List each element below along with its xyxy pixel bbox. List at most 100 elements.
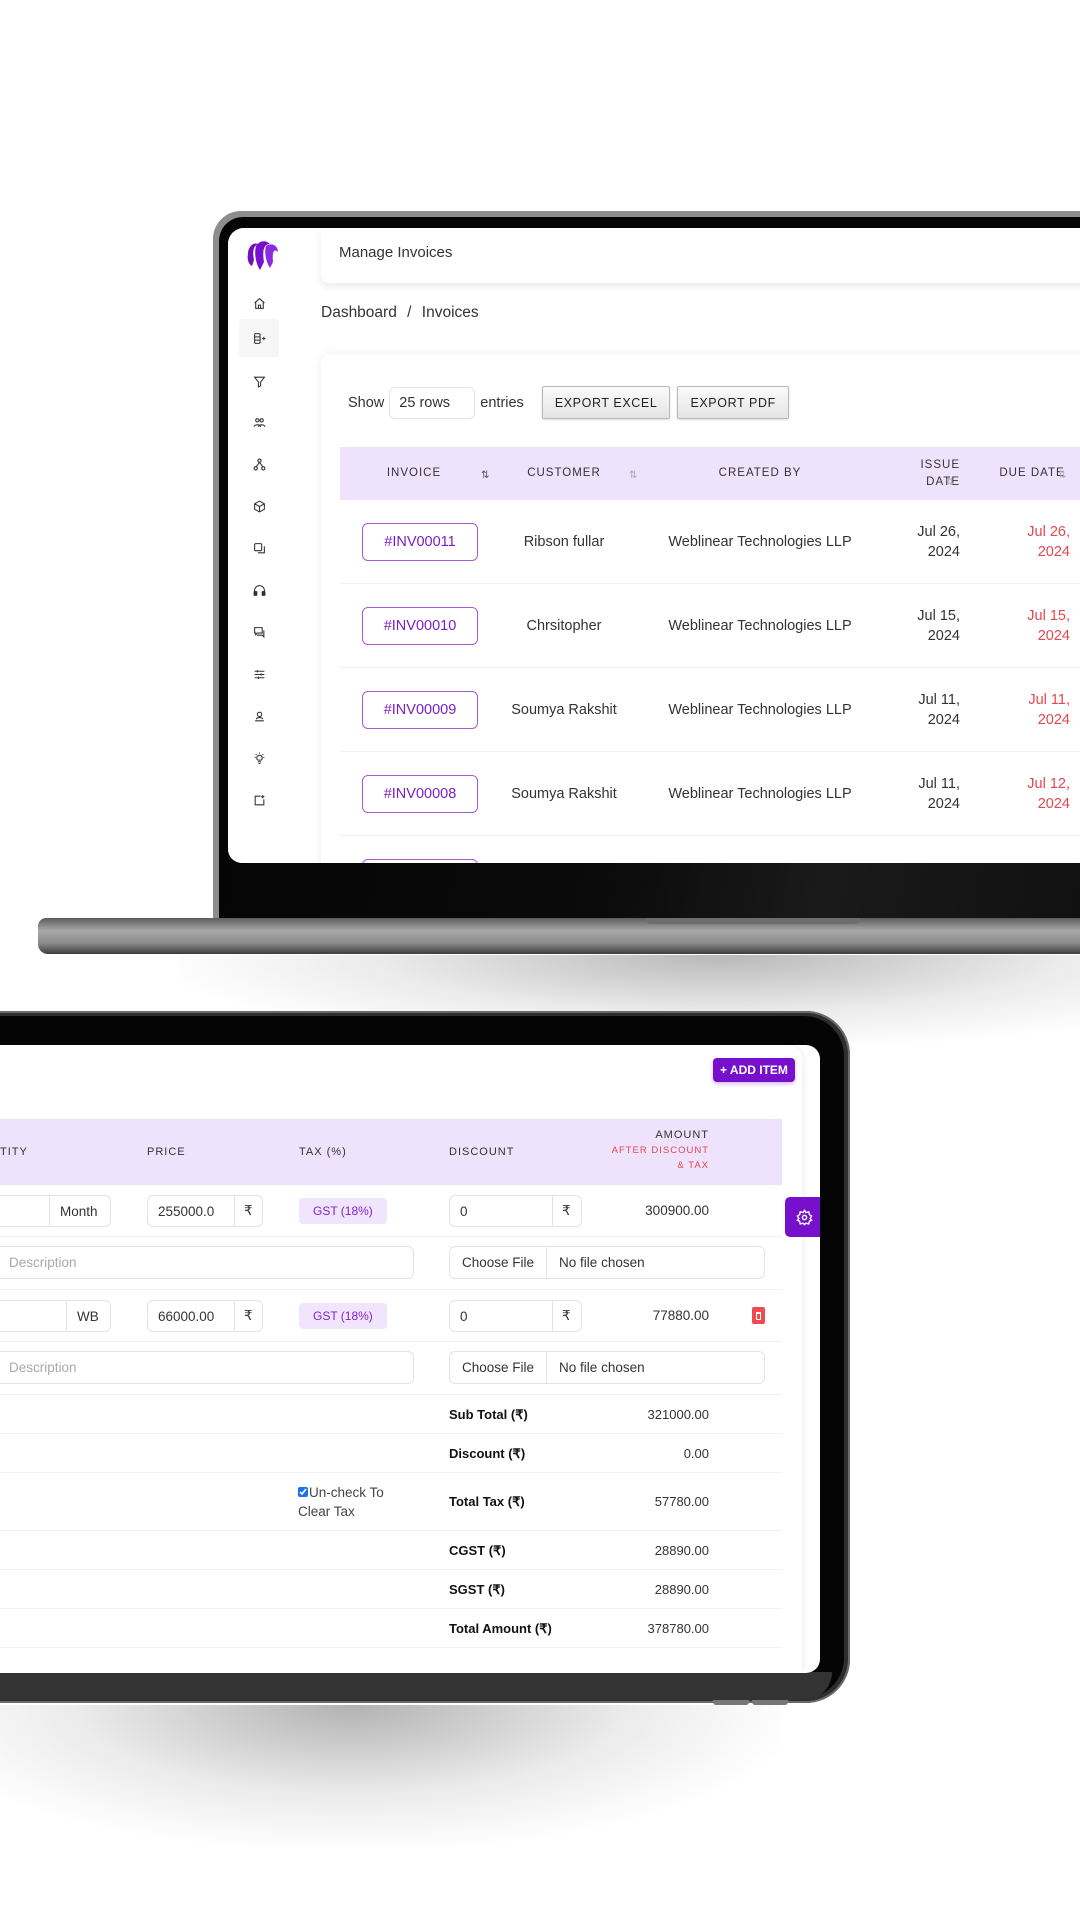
sidebar-item-add[interactable] (246, 787, 272, 813)
show-label: Show (348, 394, 385, 411)
filter-icon (253, 376, 265, 388)
brand-logo-icon[interactable] (242, 236, 282, 276)
column-header-invoice[interactable]: INVOICE (340, 447, 488, 500)
sidebar (228, 228, 290, 863)
due-date-cell: Jul 26, 2024 (1027, 524, 1070, 560)
quantity-input[interactable] (0, 1196, 49, 1226)
clear-tax-checkbox[interactable]: Un-check To Clear Tax (298, 1483, 408, 1521)
file-name-label: No file chosen (559, 1360, 645, 1375)
invoice-number-link[interactable]: #INV00008 (362, 775, 478, 813)
unit-label: WB (66, 1301, 109, 1331)
copy-icon (253, 542, 265, 553)
network-icon (253, 458, 265, 470)
delete-item-icon[interactable] (752, 1307, 765, 1324)
column-header-discount: DISCOUNT (449, 1146, 515, 1158)
add-item-button[interactable]: + ADD ITEM (713, 1058, 795, 1082)
sort-icon[interactable]: ⇅ (946, 477, 955, 488)
invoice-number-link[interactable]: #INV00007 (362, 859, 478, 863)
breadcrumb-dashboard[interactable]: Dashboard (321, 304, 397, 321)
summary-row-discount: Discount (₹) 0.00 (0, 1434, 782, 1473)
summary-row-subtotal: Sub Total (₹) 321000.00 (0, 1395, 782, 1434)
customer-cell: Weblinear (498, 836, 630, 863)
choose-file-button[interactable]: Choose File (450, 1352, 548, 1383)
bulb-icon (254, 752, 264, 764)
rows-per-page-select[interactable]: 25 rows (389, 386, 476, 419)
item-description-row: Description Choose File No file chosen (0, 1237, 782, 1290)
created-by-cell: Weblinear Technologies (660, 836, 860, 863)
price-input-group[interactable]: 66000.00 ₹ (147, 1300, 263, 1332)
discount-input[interactable]: 0 (450, 1196, 552, 1226)
tax-badge[interactable]: GST (18%) (299, 1303, 387, 1329)
price-input[interactable]: 255000.0 (148, 1196, 234, 1226)
sort-icon[interactable]: ⇅ (1058, 470, 1067, 481)
item-row: WB 66000.00 ₹ GST (18%) 0 ₹ 77880.00 (0, 1290, 782, 1342)
choose-file-button[interactable]: Choose File (450, 1247, 548, 1278)
sidebar-item-copy[interactable] (246, 535, 272, 561)
settings-button[interactable] (785, 1197, 820, 1237)
sidebar-item-network[interactable] (246, 451, 272, 477)
users-icon (253, 417, 265, 427)
sidebar-item-products[interactable] (246, 493, 272, 519)
price-input-group[interactable]: 255000.0 ₹ (147, 1195, 263, 1227)
unit-label: Month (49, 1196, 108, 1226)
item-amount: 77880.00 (652, 1308, 709, 1323)
sidebar-item-messages[interactable] (246, 619, 272, 645)
file-input[interactable]: Choose File No file chosen (449, 1246, 765, 1279)
sidebar-item-database-add[interactable] (239, 319, 279, 357)
tax-badge[interactable]: GST (18%) (299, 1198, 387, 1224)
quantity-input-group[interactable]: WB (0, 1300, 111, 1332)
item-amount: 300900.00 (645, 1203, 709, 1218)
table-row[interactable]: #INV00008 Soumya Rakshit Weblinear Technol… (340, 752, 1080, 836)
column-header-tax: TAX (%) (299, 1146, 347, 1158)
invoice-number-link[interactable]: #INV00010 (362, 607, 478, 645)
price-input[interactable]: 66000.00 (148, 1301, 234, 1331)
sidebar-item-users[interactable] (246, 409, 272, 435)
issue-date-cell: Jul 26, 2024 (917, 524, 960, 560)
messages-icon (253, 626, 264, 638)
table-row[interactable]: #INV00009 Soumya Rakshit Weblinear Technol… (340, 668, 1080, 752)
column-header-quantity: TITY (0, 1146, 28, 1158)
description-input[interactable]: Description (0, 1351, 414, 1384)
summary-row-total-amount: Total Amount (₹) 378780.00 (0, 1609, 782, 1648)
sidebar-item-filter[interactable] (246, 368, 272, 394)
invoice-number-link[interactable]: #INV00009 (362, 691, 478, 729)
customer-cell: Ribson fullar (523, 534, 605, 550)
export-excel-button[interactable]: EXPORT EXCEL (541, 386, 671, 419)
breadcrumb-separator: / (407, 304, 412, 321)
issue-date-cell: Jul 11, 2024 (918, 692, 960, 728)
discount-input[interactable]: 0 (450, 1301, 552, 1331)
created-by-cell: Weblinear Technologies LLP (668, 702, 852, 718)
tax-checkbox[interactable] (298, 1487, 308, 1497)
issue-date-cell: Jul 15, 2024 (917, 608, 960, 644)
sort-icon[interactable]: ⇅ (629, 470, 638, 481)
invoice-cell: #INV00007 (360, 836, 480, 863)
column-header-issue-date[interactable]: ISSUE DATE (900, 447, 960, 500)
description-input[interactable]: Description (0, 1246, 414, 1279)
sidebar-item-support[interactable] (246, 577, 272, 603)
currency-label: ₹ (552, 1196, 580, 1226)
export-pdf-button[interactable]: EXPORT PDF (677, 386, 789, 419)
sidebar-item-profile[interactable] (246, 703, 272, 729)
invoice-number-link[interactable]: #INV00011 (362, 523, 478, 561)
created-by-cell: Weblinear Technologies LLP (668, 534, 852, 550)
sidebar-item-home[interactable] (246, 290, 272, 316)
column-header-customer[interactable]: CUSTOMER (498, 447, 630, 500)
table-row[interactable]: #INV00010 Chrsitopher Weblinear Technologi… (340, 584, 1080, 668)
sidebar-item-settings[interactable] (246, 661, 272, 687)
file-input[interactable]: Choose File No file chosen (449, 1351, 765, 1384)
table-row[interactable]: #INV00007 Weblinear Weblinear Technologies… (340, 836, 1080, 863)
discount-input-group[interactable]: 0 ₹ (449, 1300, 582, 1332)
items-table-header: TITY PRICE TAX (%) DISCOUNT AMOUNT AFTER… (0, 1119, 782, 1185)
sidebar-item-ideas[interactable] (246, 745, 272, 771)
database-add-icon (253, 332, 265, 344)
tablet-shadow (0, 1705, 780, 1845)
sort-icon[interactable]: ⇅ (481, 470, 490, 481)
laptop-base (38, 918, 1080, 954)
page-title: Manage Invoices (339, 244, 453, 261)
breadcrumb-invoices: Invoices (421, 304, 479, 321)
table-row[interactable]: #INV00011 Ribson fullar Weblinear Technolo… (340, 500, 1080, 584)
discount-input-group[interactable]: 0 ₹ (449, 1195, 582, 1227)
user-icon (254, 711, 264, 721)
quantity-input-group[interactable]: Month (0, 1195, 111, 1227)
quantity-input[interactable] (0, 1301, 66, 1331)
